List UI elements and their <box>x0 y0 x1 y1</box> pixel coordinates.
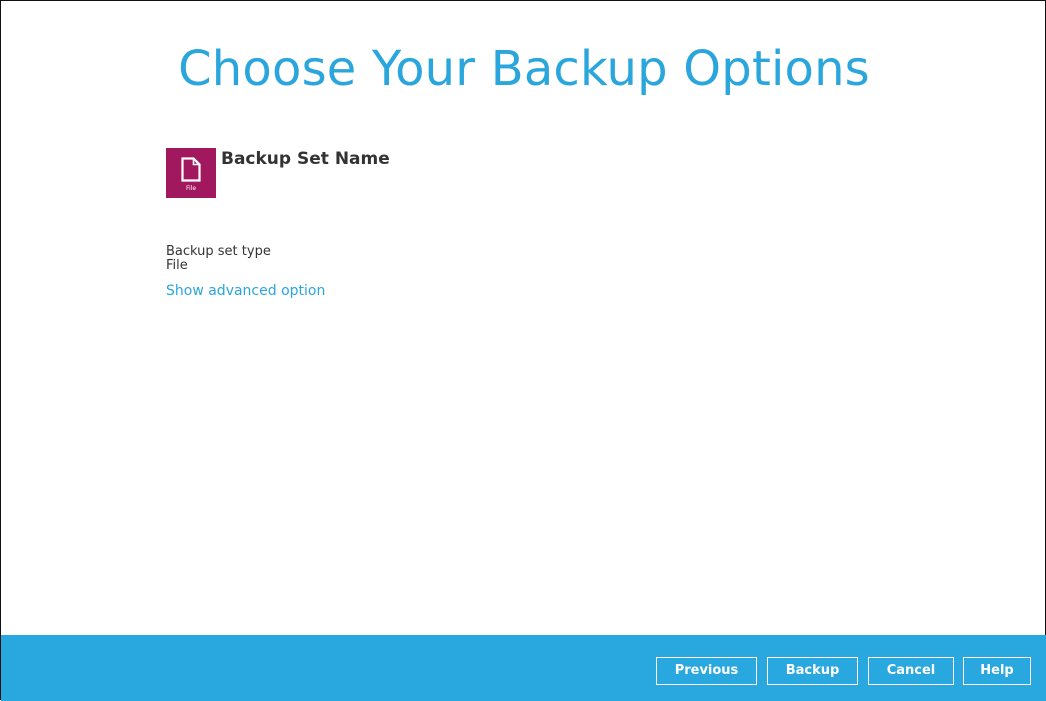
file-glyph <box>181 157 201 182</box>
file-icon-label: File <box>185 185 197 192</box>
page-title: Choose Your Backup Options <box>178 41 870 97</box>
previous-button[interactable]: Previous <box>656 657 757 685</box>
backup-set-name: Backup Set Name <box>221 149 390 169</box>
file-icon: File <box>166 148 216 198</box>
backup-set-type-value: File <box>166 258 188 273</box>
show-advanced-option-link[interactable]: Show advanced option <box>166 282 325 300</box>
backup-button[interactable]: Backup <box>767 657 858 685</box>
wizard-window: Choose Your Backup Options File Backup S… <box>0 0 1046 701</box>
cancel-button[interactable]: Cancel <box>868 657 954 685</box>
help-button[interactable]: Help <box>963 657 1031 685</box>
footer-bar: Previous Backup Cancel Help <box>1 635 1046 701</box>
backup-set-type-label: Backup set type <box>166 244 271 259</box>
